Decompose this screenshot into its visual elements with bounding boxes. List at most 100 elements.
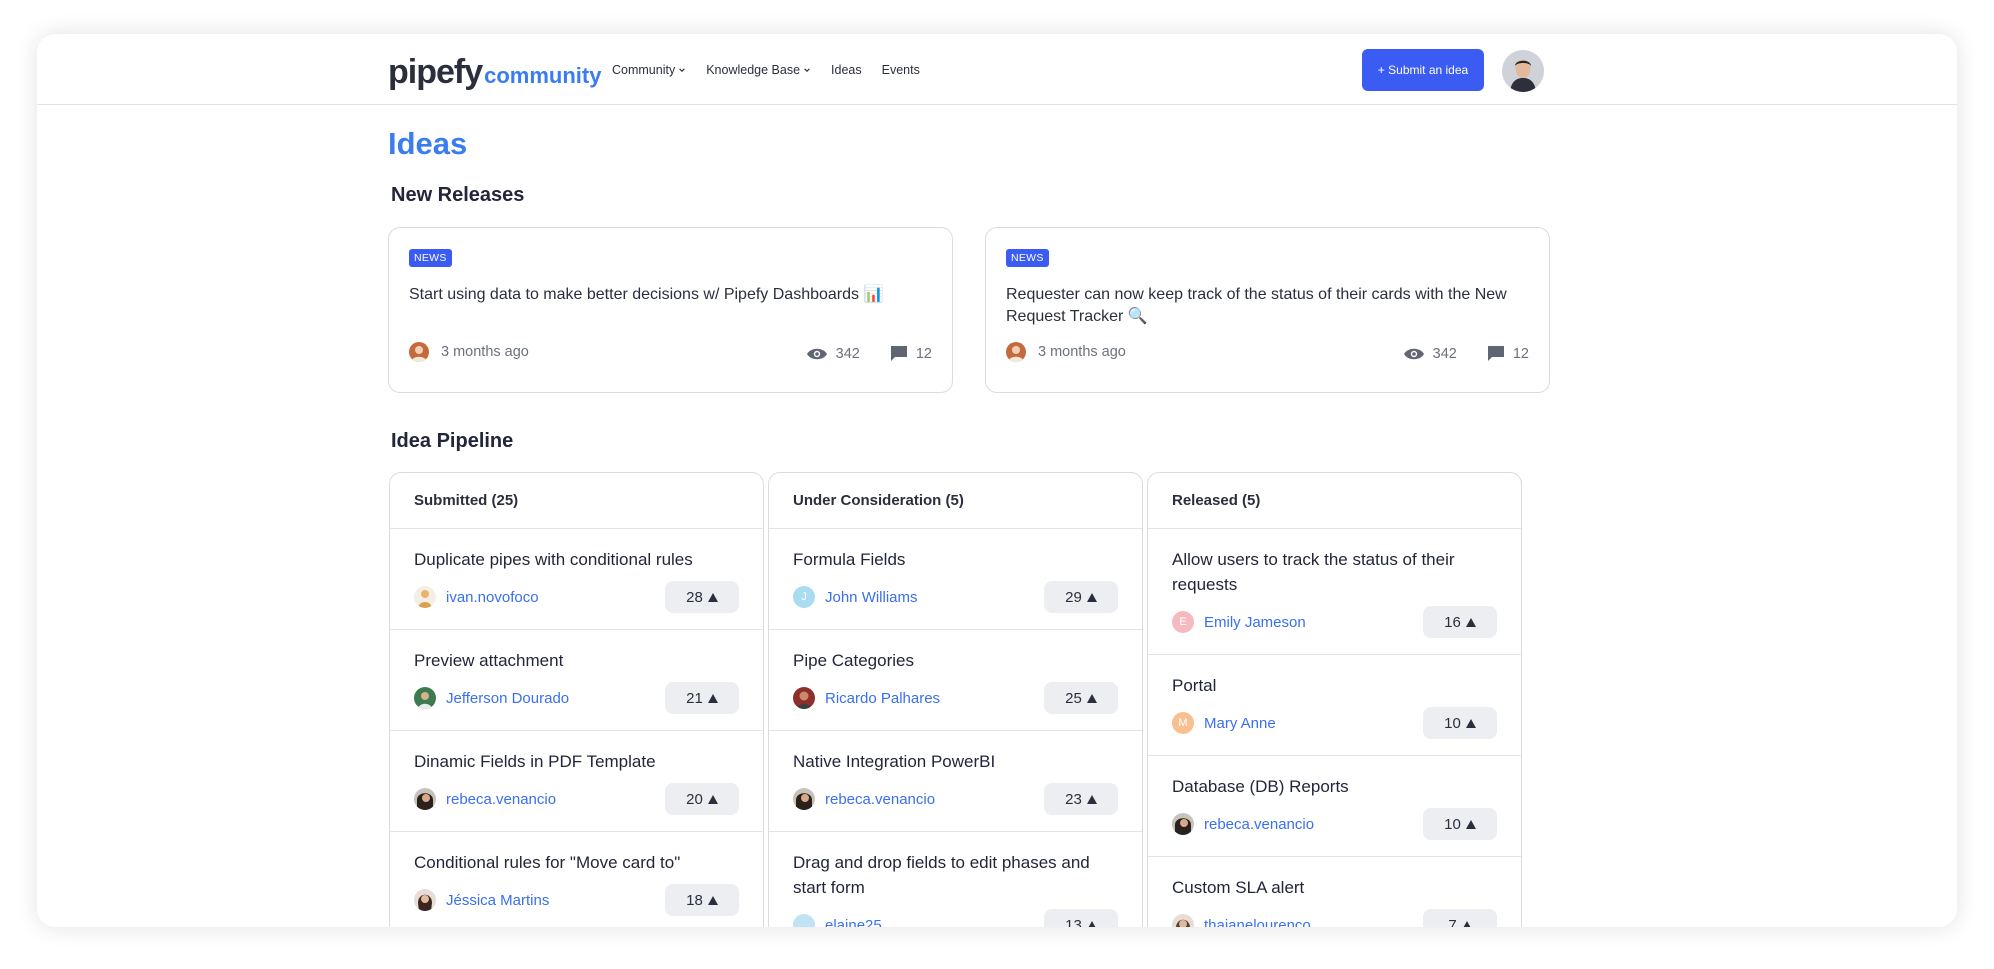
chevron-down-icon xyxy=(804,68,810,72)
idea-item[interactable]: Dinamic Fields in PDF Template rebeca.ve… xyxy=(390,731,763,832)
author-avatar xyxy=(793,687,815,709)
submit-idea-button[interactable]: + Submit an idea xyxy=(1362,49,1484,91)
idea-title[interactable]: Native Integration PowerBI xyxy=(793,749,1123,774)
idea-title[interactable]: Formula Fields xyxy=(793,547,1123,572)
upvote-button[interactable]: 10 xyxy=(1423,707,1497,739)
upvote-button[interactable]: 13 xyxy=(1044,909,1118,927)
idea-title[interactable]: Database (DB) Reports xyxy=(1172,774,1502,799)
news-meta: 3 months ago xyxy=(409,342,529,362)
idea-title[interactable]: Preview attachment xyxy=(414,648,744,673)
nav-ideas[interactable]: Ideas xyxy=(831,63,862,77)
nav-knowledge-base[interactable]: Knowledge Base xyxy=(706,63,811,77)
pipefy-community-logo[interactable]: pipefy community xyxy=(388,50,601,90)
author-link[interactable]: Jéssica Martins xyxy=(446,892,549,909)
column-header: Submitted (25) xyxy=(390,473,763,529)
vote-count: 7 xyxy=(1448,916,1457,928)
author-link[interactable]: ivan.novofoco xyxy=(446,589,539,606)
author-link[interactable]: thaianelourenco xyxy=(1204,917,1311,928)
upvote-button[interactable]: 21 xyxy=(665,682,739,714)
news-stats: 342 12 xyxy=(1403,345,1529,362)
idea-footer: thaianelourenco 7 xyxy=(1172,909,1497,927)
main-nav: Community Knowledge Base Ideas Events xyxy=(612,63,940,77)
chevron-down-icon xyxy=(679,68,686,72)
author-link[interactable]: Mary Anne xyxy=(1204,715,1276,732)
idea-item[interactable]: Pipe Categories Ricardo Palhares 25 xyxy=(769,630,1142,731)
idea-title[interactable]: Drag and drop fields to edit phases and … xyxy=(793,850,1123,900)
author-link[interactable]: rebeca.venancio xyxy=(1204,816,1314,833)
idea-item[interactable]: Database (DB) Reports rebeca.venancio 10 xyxy=(1148,756,1521,857)
upvote-button[interactable]: 25 xyxy=(1044,682,1118,714)
eye-icon xyxy=(806,348,827,359)
upvote-button[interactable]: 16 xyxy=(1423,606,1497,638)
comment-icon xyxy=(890,346,907,361)
upvote-button[interactable]: 29 xyxy=(1044,581,1118,613)
author-link[interactable]: rebeca.venancio xyxy=(825,791,935,808)
author-initial-avatar: M xyxy=(1172,712,1194,734)
idea-pipeline-heading: Idea Pipeline xyxy=(391,430,514,452)
logo-main-text: pipefy xyxy=(388,53,483,91)
upvote-triangle-icon xyxy=(1465,718,1476,728)
idea-item[interactable]: Formula Fields J John Williams 29 xyxy=(769,529,1142,630)
vote-count: 18 xyxy=(686,891,703,909)
idea-title[interactable]: Duplicate pipes with conditional rules xyxy=(414,547,744,572)
idea-title[interactable]: Pipe Categories xyxy=(793,648,1123,673)
news-badge: NEWS xyxy=(409,249,452,267)
idea-item[interactable]: Drag and drop fields to edit phases and … xyxy=(769,832,1142,927)
idea-title[interactable]: Conditional rules for "Move card to" xyxy=(414,850,744,875)
news-card[interactable]: NEWS Requester can now keep track of the… xyxy=(985,227,1550,393)
news-card[interactable]: NEWS Start using data to make better dec… xyxy=(388,227,953,393)
idea-title[interactable]: Allow users to track the status of their… xyxy=(1172,547,1502,597)
pipeline-column-submitted: Submitted (25) Duplicate pipes with cond… xyxy=(389,472,764,927)
idea-item[interactable]: Conditional rules for "Move card to" Jés… xyxy=(390,832,763,927)
pipeline-column-under-consideration: Under Consideration (5) Formula Fields J… xyxy=(768,472,1143,927)
author-avatar xyxy=(1172,813,1194,835)
idea-footer: rebeca.venancio 20 xyxy=(414,783,739,815)
nav-events[interactable]: Events xyxy=(882,63,920,77)
user-avatar-image xyxy=(1502,50,1544,92)
upvote-button[interactable]: 23 xyxy=(1044,783,1118,815)
news-title[interactable]: Requester can now keep track of the stat… xyxy=(1006,284,1531,328)
user-avatar[interactable] xyxy=(1502,50,1544,92)
upvote-button[interactable]: 28 xyxy=(665,581,739,613)
vote-count: 28 xyxy=(686,588,703,606)
author-link[interactable]: John Williams xyxy=(825,589,918,606)
idea-title[interactable]: Custom SLA alert xyxy=(1172,875,1502,900)
author-avatar xyxy=(1006,342,1026,362)
idea-item[interactable]: Native Integration PowerBI rebeca.venanc… xyxy=(769,731,1142,832)
author-avatar xyxy=(414,586,436,608)
news-title[interactable]: Start using data to make better decision… xyxy=(409,284,934,306)
author-link[interactable]: elaine25 xyxy=(825,917,882,928)
vote-count: 10 xyxy=(1444,714,1461,732)
idea-footer: elaine25 13 xyxy=(793,909,1118,927)
news-timestamp: 3 months ago xyxy=(441,344,529,360)
author-avatar xyxy=(414,788,436,810)
author-link[interactable]: Jefferson Dourado xyxy=(446,690,569,707)
idea-item[interactable]: Allow users to track the status of their… xyxy=(1148,529,1521,655)
idea-footer: rebeca.venancio 23 xyxy=(793,783,1118,815)
upvote-button[interactable]: 20 xyxy=(665,783,739,815)
nav-community-label: Community xyxy=(612,63,676,77)
author-link[interactable]: Emily Jameson xyxy=(1204,614,1306,631)
comments-count: 12 xyxy=(915,345,932,362)
idea-item[interactable]: Preview attachment Jefferson Dourado 21 xyxy=(390,630,763,731)
nav-community[interactable]: Community xyxy=(612,63,686,77)
upvote-button[interactable]: 10 xyxy=(1423,808,1497,840)
idea-title[interactable]: Portal xyxy=(1172,673,1502,698)
comments-stat: 12 xyxy=(890,345,932,362)
pipeline-column-released: Released (5) Allow users to track the st… xyxy=(1147,472,1522,927)
idea-footer: Ricardo Palhares 25 xyxy=(793,682,1118,714)
author-link[interactable]: rebeca.venancio xyxy=(446,791,556,808)
views-stat: 342 xyxy=(806,346,860,362)
idea-footer: ivan.novofoco 28 xyxy=(414,581,739,613)
upvote-button[interactable]: 18 xyxy=(665,884,739,916)
author-link[interactable]: Ricardo Palhares xyxy=(825,690,940,707)
idea-item[interactable]: Portal M Mary Anne 10 xyxy=(1148,655,1521,756)
idea-item[interactable]: Duplicate pipes with conditional rules i… xyxy=(390,529,763,630)
upvote-button[interactable]: 7 xyxy=(1423,909,1497,927)
comments-stat: 12 xyxy=(1487,345,1529,362)
upvote-triangle-icon xyxy=(707,794,718,804)
idea-item[interactable]: Custom SLA alert thaianelourenco 7 xyxy=(1148,857,1521,927)
idea-footer: rebeca.venancio 10 xyxy=(1172,808,1497,840)
idea-title[interactable]: Dinamic Fields in PDF Template xyxy=(414,749,744,774)
news-badge: NEWS xyxy=(1006,249,1049,267)
